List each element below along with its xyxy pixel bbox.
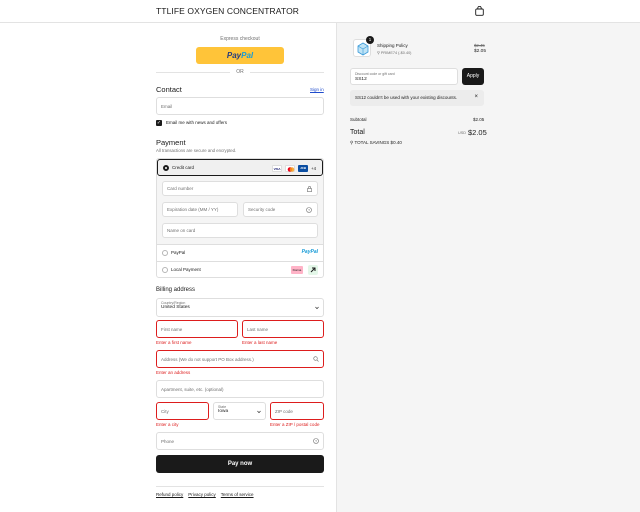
zip-error: Enter a ZIP / postal code xyxy=(270,422,320,427)
zip-field[interactable]: ZIP code xyxy=(270,402,324,420)
lock-icon xyxy=(307,186,312,192)
paypal-logo-pay: Pay xyxy=(226,51,242,60)
local-payment-label: Local Payment xyxy=(171,267,201,272)
order-summary: 1 Shipping Policy ⚲ PRIME74 (-$0.40) $2.… xyxy=(336,23,640,512)
paypal-option[interactable]: PayPal PayPal xyxy=(157,245,323,262)
country-select[interactable]: Country/Region United States xyxy=(156,298,324,317)
paypal-logo: PayPal xyxy=(301,249,318,255)
last-name-error: Enter a last name xyxy=(242,340,278,345)
email-field[interactable]: Email xyxy=(156,97,324,115)
state-select[interactable]: State Iowa xyxy=(213,402,266,420)
chevron-down-icon xyxy=(315,306,319,310)
country-value: United States xyxy=(161,305,190,310)
quantity-badge: 1 xyxy=(366,36,374,44)
terms-of-service-link[interactable]: Terms of service xyxy=(221,492,254,497)
card-brand-icons: VISA JCB +4 xyxy=(272,165,316,172)
expiration-field[interactable]: Expiration date (MM / YY) xyxy=(162,202,238,217)
jcb-icon: JCB xyxy=(298,165,309,172)
credit-card-fields: Card number Expiration date (MM / YY) Se… xyxy=(157,176,323,245)
security-code-placeholder: Security code xyxy=(248,207,276,212)
product-discount: ⚲ PRIME74 (-$0.40) xyxy=(377,50,411,55)
city-field[interactable]: City xyxy=(156,402,209,420)
mastercard-icon xyxy=(285,165,296,172)
discount-value: SS12 xyxy=(355,77,367,82)
news-checkbox[interactable]: ✓ xyxy=(156,120,162,126)
credit-card-option[interactable]: Credit card VISA JCB +4 xyxy=(157,159,323,176)
klarna-icon: Klarna xyxy=(291,266,303,274)
sign-in-link[interactable]: Sign in xyxy=(310,87,324,92)
privacy-policy-link[interactable]: Privacy policy xyxy=(188,492,216,497)
subtotal-label: Subtotal xyxy=(350,117,367,122)
close-icon[interactable]: × xyxy=(474,94,478,100)
local-wallet-icon xyxy=(308,265,318,275)
total-savings-text: TOTAL SAVINGS $0.40 xyxy=(354,140,402,145)
footer-links: Refund policy Privacy policy Terms of se… xyxy=(156,492,324,497)
refund-policy-link[interactable]: Refund policy xyxy=(156,492,183,497)
chevron-down-icon xyxy=(257,410,261,414)
product-name: Shipping Policy xyxy=(377,43,408,48)
visa-icon: VISA xyxy=(272,165,283,172)
last-name-field[interactable]: Last name xyxy=(242,320,324,338)
local-payment-radio[interactable] xyxy=(162,267,168,273)
paypal-label: PayPal xyxy=(171,250,186,255)
apply-button[interactable]: Apply xyxy=(462,68,484,85)
price-discounted: $2.05 xyxy=(474,49,487,54)
or-label: OR xyxy=(236,69,244,75)
notice-text: SS12 couldn't be used with your existing… xyxy=(355,95,458,100)
security-code-field[interactable]: Security code ? xyxy=(243,202,318,217)
credit-card-label: Credit card xyxy=(172,165,195,170)
card-number-field[interactable]: Card number xyxy=(162,181,318,196)
city-error: Enter a city xyxy=(156,422,179,427)
pay-now-button[interactable]: Pay now xyxy=(156,455,324,473)
price-original: $2.45 xyxy=(474,43,485,48)
express-checkout-label: Express checkout xyxy=(220,36,260,42)
discount-label: Discount code or gift card xyxy=(355,72,395,76)
discount-notice: SS12 couldn't be used with your existing… xyxy=(350,90,484,106)
card-number-placeholder: Card number xyxy=(167,186,194,191)
payment-methods: Credit card VISA JCB +4 Card number Expi… xyxy=(156,158,324,278)
site-header: TTLIFE OXYGEN CONCENTRATOR xyxy=(0,0,640,23)
first-name-field[interactable]: First name xyxy=(156,320,238,338)
local-payment-option[interactable]: Local Payment Klarna xyxy=(157,262,323,278)
discount-code-input[interactable]: Discount code or gift card SS12 xyxy=(350,68,458,85)
paypal-radio[interactable] xyxy=(162,250,168,256)
total-label: Total xyxy=(350,129,365,136)
total-savings: ⚲ TOTAL SAVINGS $0.40 xyxy=(350,140,402,146)
contact-heading: Contact xyxy=(156,85,182,94)
product-discount-code: PRIME74 (-$0.40) xyxy=(380,51,412,55)
phone-field[interactable]: Phone ? xyxy=(156,432,324,450)
more-cards-count: +4 xyxy=(311,166,316,171)
help-icon[interactable]: ? xyxy=(313,438,319,444)
subtotal-value: $2.05 xyxy=(473,117,485,122)
help-icon[interactable]: ? xyxy=(306,207,312,213)
paypal-express-button[interactable]: PayPal xyxy=(196,47,284,64)
address-placeholder: Address (We do not support PO Box addres… xyxy=(161,356,254,362)
billing-heading: Billing address xyxy=(156,287,196,293)
currency-label: USD xyxy=(458,131,467,135)
first-name-error: Enter a first name xyxy=(156,340,192,345)
credit-card-radio[interactable] xyxy=(163,165,169,171)
footer-divider xyxy=(156,486,324,487)
search-icon xyxy=(313,356,319,362)
apartment-field[interactable]: Apartment, suite, etc. (optional) xyxy=(156,380,324,398)
payment-subtitle: All transactions are secure and encrypte… xyxy=(156,148,237,153)
address-error: Enter an address xyxy=(156,370,191,375)
or-divider: OR xyxy=(156,69,324,75)
phone-placeholder: Phone xyxy=(161,438,175,444)
paypal-logo-pal: Pal xyxy=(241,51,254,60)
address-field[interactable]: Address (We do not support PO Box addres… xyxy=(156,350,324,368)
news-label: Email me with news and offers xyxy=(166,120,227,125)
payment-heading: Payment xyxy=(156,138,186,147)
name-on-card-field[interactable]: Name on card xyxy=(162,223,318,238)
shopping-bag-icon[interactable] xyxy=(475,6,484,16)
store-name[interactable]: TTLIFE OXYGEN CONCENTRATOR xyxy=(156,6,299,16)
total-value: $2.05 xyxy=(468,128,487,137)
